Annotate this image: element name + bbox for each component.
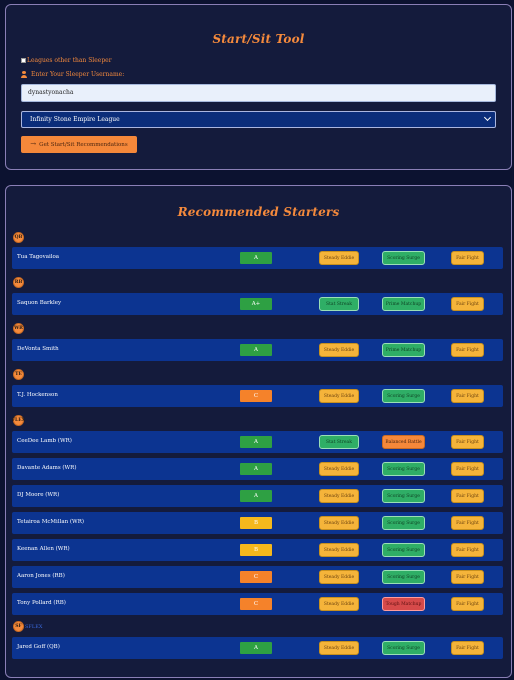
player-row: Tetairoa McMillan (WR) B Steady Eddie Sc… [12,512,503,534]
player-name: Tua Tagovailoa [17,254,60,260]
grade-badge: B [240,544,272,556]
grade-badge: C [240,571,272,583]
trend-tag: Steady Eddie [319,489,359,503]
player-row: Keenan Allen (WR) B Steady Eddie Scoring… [12,539,503,561]
matchup-tag: Balanced Battle [382,435,425,449]
position-badge-wr: WR [13,323,24,334]
matchup-tag: Tough Matchup [382,597,425,611]
fight-tag: Fair Fight [451,251,484,265]
player-name: Tetairoa McMillan (WR) [17,519,84,525]
player-row: Davante Adams (WR) A Steady Eddie Scorin… [12,458,503,480]
starters-title: Recommended Starters [177,205,340,219]
username-label-row: Enter Your Sleeper Username: [21,71,124,78]
player-name: DeVonta Smith [17,346,59,352]
fight-tag: Fair Fight [451,343,484,357]
trend-tag: Stat Streak [319,435,359,449]
player-row: Jared Goff (QB) A Steady Eddie Scoring S… [12,637,503,659]
grade-badge: C [240,390,272,402]
player-row: T.J. Hockenson C Steady Eddie Scoring Su… [12,385,503,407]
position-badge-superflex: SF [13,621,24,632]
trend-tag: Steady Eddie [319,462,359,476]
player-name: Tony Pollard (RB) [17,600,66,606]
trend-tag: Steady Eddie [319,543,359,557]
grade-badge: B [240,517,272,529]
get-recommendations-label: Get Start/Sit Recommendations [39,141,128,148]
grade-badge: A [240,642,272,654]
trend-tag: Steady Eddie [319,597,359,611]
player-row: DJ Moore (WR) A Steady Eddie Scoring Sur… [12,485,503,507]
player-name: Saquon Barkley [17,300,62,306]
player-name: CeeDee Lamb (WR) [17,438,72,444]
trend-tag: Steady Eddie [319,516,359,530]
trend-tag: Steady Eddie [319,570,359,584]
position-badge-rb: RB [13,277,24,288]
trend-tag: Steady Eddie [319,641,359,655]
username-input[interactable]: dynastyonacha [21,84,496,102]
matchup-tag: Scoring Surge [382,389,425,403]
player-row: Aaron Jones (RB) C Steady Eddie Scoring … [12,566,503,588]
matchup-tag: Scoring Surge [382,570,425,584]
matchup-tag: Scoring Surge [382,516,425,530]
grade-badge: A [240,463,272,475]
fight-tag: Fair Fight [451,543,484,557]
fight-tag: Fair Fight [451,570,484,584]
user-icon [21,71,27,78]
player-row: CeeDee Lamb (WR) A Stat Streak Balanced … [12,431,503,453]
player-row: Tua Tagovailoa A Steady Eddie Scoring Su… [12,247,503,269]
arrow-right-icon: → [30,140,37,148]
chevron-down-icon [483,113,492,122]
grade-badge: A [240,436,272,448]
player-name: Aaron Jones (RB) [17,573,65,579]
player-name: Keenan Allen (WR) [17,546,70,552]
fight-tag: Fair Fight [451,597,484,611]
matchup-tag: Scoring Surge [382,462,425,476]
other-leagues-checkbox[interactable] [21,58,26,63]
league-select-value: Infinity Stone Empire League [30,116,120,123]
get-recommendations-button[interactable]: → Get Start/Sit Recommendations [21,136,137,153]
recommended-starters-panel: Recommended Starters QB Tua Tagovailoa A… [5,185,512,678]
player-name: Jared Goff (QB) [17,644,60,650]
grade-badge: A [240,252,272,264]
other-leagues-label: Leagues other than Sleeper [27,57,112,64]
trend-tag: Steady Eddie [319,343,359,357]
trend-tag: Steady Eddie [319,389,359,403]
position-badge-flex: FLEX [12,415,25,426]
matchup-tag: Prime Matchup [382,297,425,311]
superflex-label: SFLEX [25,624,43,630]
username-label: Enter Your Sleeper Username: [31,71,125,78]
trend-tag: Steady Eddie [319,251,359,265]
fight-tag: Fair Fight [451,641,484,655]
matchup-tag: Scoring Surge [382,641,425,655]
other-leagues-checkbox-row[interactable]: Leagues other than Sleeper [21,57,112,64]
matchup-tag: Scoring Surge [382,251,425,265]
position-badge-te: TE [13,369,24,380]
fight-tag: Fair Fight [451,435,484,449]
fight-tag: Fair Fight [451,516,484,530]
trend-tag: Stat Streak [319,297,359,311]
grade-badge: A+ [240,298,272,310]
fight-tag: Fair Fight [451,389,484,403]
fight-tag: Fair Fight [451,297,484,311]
player-name: DJ Moore (WR) [17,492,60,498]
matchup-tag: Scoring Surge [382,543,425,557]
grade-badge: C [240,598,272,610]
player-row: Tony Pollard (RB) C Steady Eddie Tough M… [12,593,503,615]
grade-badge: A [240,344,272,356]
league-select[interactable]: Infinity Stone Empire League [21,111,496,128]
player-name: Davante Adams (WR) [17,465,77,471]
start-sit-tool-panel: Start/Sit Tool Leagues other than Sleepe… [5,4,512,170]
player-name: T.J. Hockenson [17,392,58,398]
matchup-tag: Prime Matchup [382,343,425,357]
player-row: DeVonta Smith A Steady Eddie Prime Match… [12,339,503,361]
grade-badge: A [240,490,272,502]
matchup-tag: Scoring Surge [382,489,425,503]
tool-title: Start/Sit Tool [212,32,305,46]
fight-tag: Fair Fight [451,462,484,476]
position-badge-qb: QB [13,232,24,243]
fight-tag: Fair Fight [451,489,484,503]
player-row: Saquon Barkley A+ Stat Streak Prime Matc… [12,293,503,315]
